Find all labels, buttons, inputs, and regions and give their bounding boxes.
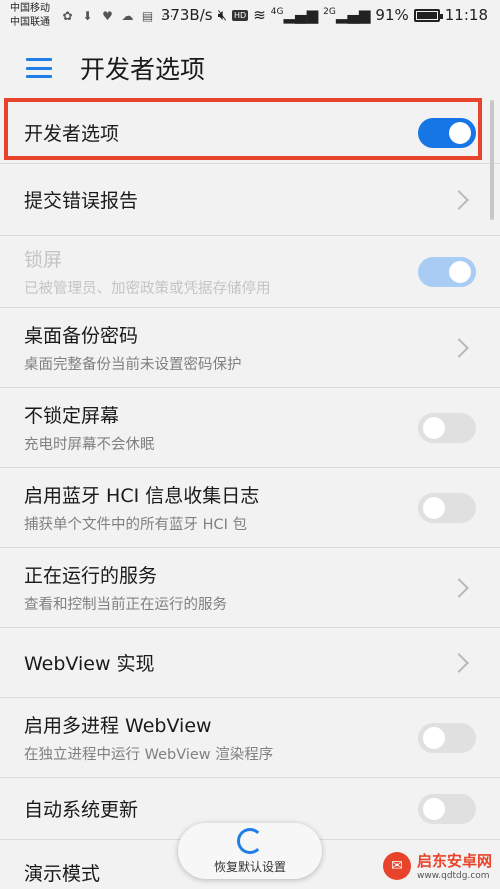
clock: 11:18: [444, 6, 488, 24]
setting-row-backup-password[interactable]: 桌面备份密码 桌面完整备份当前未设置密码保护: [0, 308, 500, 388]
setting-subtitle: 充电时屏幕不会休眠: [24, 437, 155, 453]
stay-awake-toggle[interactable]: [418, 412, 476, 443]
developer-options-toggle[interactable]: [418, 117, 476, 148]
setting-title: 自动系统更新: [24, 799, 139, 821]
watermark-logo-icon: ✉: [382, 851, 411, 880]
watermark-name: 启东安卓网: [416, 852, 492, 870]
setting-subtitle: 捕获单个文件中的所有蓝牙 HCI 包: [24, 517, 248, 533]
multiprocess-webview-toggle[interactable]: [418, 722, 476, 753]
wifi-icon: ≋: [253, 6, 266, 24]
hd-icon: HD: [232, 9, 249, 21]
scrollbar[interactable]: [490, 100, 494, 220]
restore-defaults-label: 恢复默认设置: [213, 859, 286, 874]
watermark-url: www.qdtdg.com: [416, 871, 490, 881]
menu-icon[interactable]: [26, 58, 52, 78]
setting-title: 桌面备份密码: [24, 325, 139, 347]
setting-row-running-services[interactable]: 正在运行的服务 查看和控制当前正在运行的服务: [0, 548, 500, 628]
app-header: 开发者选项: [0, 34, 500, 102]
chevron-right-icon: [449, 652, 469, 673]
network-speed: 373B/s: [160, 6, 213, 24]
mute-icon: 🔇︎: [217, 6, 228, 24]
image-icon: ▤: [141, 8, 154, 23]
carrier-1: 中国移动: [10, 3, 50, 14]
setting-row-stay-awake[interactable]: 不锁定屏幕 充电时屏幕不会休眠: [0, 388, 500, 468]
setting-row-webview-implementation[interactable]: WebView 实现: [0, 628, 500, 698]
status-bar: 中国移动 中国联通 ✿ ⬇ ♥ ☁ ▤ ⋯ 373B/s 🔇︎ HD ≋ 4G▂…: [0, 0, 500, 34]
notification-icons: ✿ ⬇ ♥ ☁ ▤ ⋯: [60, 8, 175, 23]
bluetooth-hci-log-toggle[interactable]: [418, 492, 476, 523]
setting-title: 启用蓝牙 HCI 信息收集日志: [24, 485, 260, 507]
setting-title: 启用多进程 WebView: [24, 715, 212, 737]
setting-row-developer-options[interactable]: 开发者选项: [0, 102, 500, 164]
download-icon: ⬇: [82, 8, 93, 23]
setting-row-lock-screen: 锁屏 已被管理员、加密政策或凭据存储停用: [0, 236, 500, 308]
setting-subtitle: 在独立进程中运行 WebView 渲染程序: [24, 747, 274, 763]
battery-icon: [413, 8, 443, 22]
cloud-icon: ☁: [121, 8, 134, 23]
shield-app-icon: ♥: [102, 8, 113, 23]
chevron-right-icon: [449, 337, 469, 358]
page-title: 开发者选项: [80, 55, 206, 84]
setting-subtitle: 已被管理员、加密政策或凭据存储停用: [24, 281, 271, 297]
battery-fill: [416, 11, 437, 19]
battery-percent: 91%: [375, 6, 409, 24]
setting-row-bluetooth-hci-log[interactable]: 启用蓝牙 HCI 信息收集日志 捕获单个文件中的所有蓝牙 HCI 包: [0, 468, 500, 548]
chevron-right-icon: [449, 189, 469, 210]
status-right: 373B/s 🔇︎ HD ≋ 4G▂▄▆ 2G▂▄▆ 91% 11:18: [161, 6, 488, 24]
auto-update-toggle[interactable]: [418, 793, 476, 824]
lock-screen-toggle: [418, 256, 476, 287]
setting-row-multiprocess-webview[interactable]: 启用多进程 WebView 在独立进程中运行 WebView 渲染程序: [0, 698, 500, 778]
setting-title: 开发者选项: [24, 123, 120, 145]
setting-title: WebView 实现: [24, 653, 155, 675]
setting-title: 不锁定屏幕: [24, 405, 120, 427]
setting-subtitle: 查看和控制当前正在运行的服务: [24, 597, 227, 613]
settings-list: 开发者选项 提交错误报告 锁屏 已被管理员、加密政策或凭据存储停用 桌面备份密码…: [0, 102, 500, 889]
restore-icon: [237, 827, 263, 854]
baidu-icon: ✿: [62, 8, 73, 23]
setting-row-bug-report[interactable]: 提交错误报告: [0, 164, 500, 236]
watermark: ✉ 启东安卓网 www.qdtdg.com: [382, 850, 492, 881]
carrier-2: 中国联通: [10, 17, 50, 28]
setting-title: 提交错误报告: [24, 190, 139, 212]
setting-title: 锁屏: [24, 249, 63, 271]
restore-defaults-button[interactable]: 恢复默认设置: [178, 823, 322, 879]
chevron-right-icon: [449, 577, 469, 598]
carrier-info: 中国移动 中国联通: [10, 2, 50, 30]
signal-2-icon: 2G▂▄▆: [323, 6, 371, 24]
setting-title: 正在运行的服务: [24, 565, 158, 587]
signal-1-icon: 4G▂▄▆: [270, 6, 319, 24]
setting-subtitle: 桌面完整备份当前未设置密码保护: [24, 357, 242, 373]
